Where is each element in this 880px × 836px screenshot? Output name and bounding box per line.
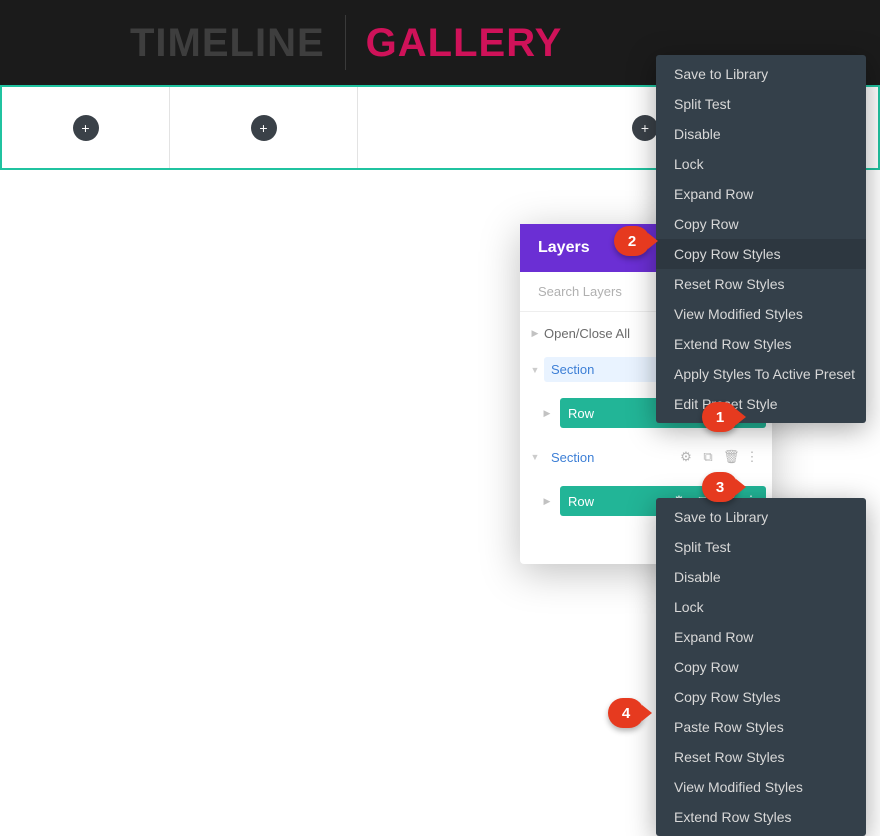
section-label: Section — [551, 450, 594, 465]
callout-3: 3 — [702, 472, 738, 502]
context-menu-top: Save to LibrarySplit TestDisableLockExpa… — [656, 55, 866, 423]
tab-timeline[interactable]: TIMELINE — [110, 13, 345, 73]
section-label: Section — [551, 362, 594, 377]
context-menu-item[interactable]: View Modified Styles — [656, 772, 866, 802]
context-menu-item[interactable]: Apply Styles To Active Preset — [656, 359, 866, 389]
context-menu-item[interactable]: View Modified Styles — [656, 299, 866, 329]
callout-4: 4 — [608, 698, 644, 728]
caret-down-icon: ▼ — [528, 452, 542, 462]
context-menu-item[interactable]: Expand Row — [656, 179, 866, 209]
context-menu-item[interactable]: Lock — [656, 149, 866, 179]
context-menu-item[interactable]: Extend Row Styles — [656, 329, 866, 359]
context-menu-item[interactable]: Split Test — [656, 532, 866, 562]
section-action-icons: ⚙ ⧉ 🗑 ⋮ — [679, 449, 759, 465]
caret-right-icon: ▶ — [540, 496, 554, 507]
section-row[interactable]: Section ⚙ ⧉ 🗑 ⋮ — [544, 444, 766, 470]
more-icon[interactable]: ⋮ — [745, 449, 759, 465]
add-module-button[interactable]: + — [73, 115, 99, 141]
add-module-button[interactable]: + — [251, 115, 277, 141]
context-menu-item[interactable]: Paste Row Styles — [656, 712, 866, 742]
context-menu-item[interactable]: Copy Row — [656, 652, 866, 682]
context-menu-item[interactable]: Copy Row Styles — [656, 239, 866, 269]
context-menu-item[interactable]: Expand Row — [656, 622, 866, 652]
context-menu-item[interactable]: Reset Row Styles — [656, 742, 866, 772]
row-label: Row — [568, 494, 594, 509]
context-menu-item[interactable]: Disable — [656, 562, 866, 592]
context-menu-item[interactable]: Save to Library — [656, 59, 866, 89]
gear-icon[interactable]: ⚙ — [679, 449, 693, 465]
context-menu-item[interactable]: Edit Preset Style — [656, 389, 866, 419]
duplicate-icon[interactable]: ⧉ — [701, 449, 715, 465]
trash-icon[interactable]: 🗑 — [723, 449, 737, 465]
context-menu-item[interactable]: Split Test — [656, 89, 866, 119]
openclose-label: Open/Close All — [544, 326, 630, 341]
row-label: Row — [568, 406, 594, 421]
caret-right-icon: ▶ — [528, 328, 542, 339]
context-menu-bottom: Save to LibrarySplit TestDisableLockExpa… — [656, 498, 866, 836]
context-menu-item[interactable]: Copy Row Styles — [656, 682, 866, 712]
context-menu-item[interactable]: Copy Row — [656, 209, 866, 239]
column-1: + — [2, 87, 170, 168]
column-2: + — [170, 87, 358, 168]
context-menu-item[interactable]: Disable — [656, 119, 866, 149]
add-module-button[interactable]: + — [632, 115, 658, 141]
section-item[interactable]: ▼ Section ⚙ ⧉ 🗑 ⋮ — [520, 436, 772, 478]
callout-2: 2 — [614, 226, 650, 256]
context-menu-item[interactable]: Save to Library — [656, 502, 866, 532]
caret-down-icon: ▼ — [528, 365, 542, 375]
caret-right-icon: ▶ — [540, 408, 554, 419]
context-menu-item[interactable]: Lock — [656, 592, 866, 622]
callout-1: 1 — [702, 402, 738, 432]
tab-gallery[interactable]: GALLERY — [346, 13, 583, 73]
context-menu-item[interactable]: Extend Row Styles — [656, 802, 866, 832]
context-menu-item[interactable]: Reset Row Styles — [656, 269, 866, 299]
